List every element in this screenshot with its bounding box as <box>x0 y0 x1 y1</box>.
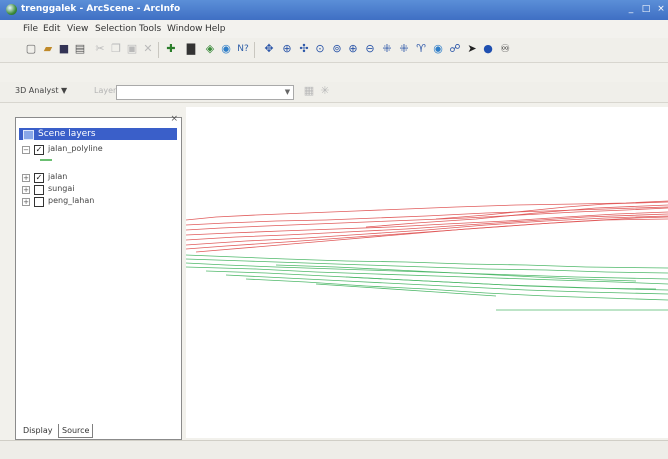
navigate-icon[interactable]: ✥ <box>262 42 276 56</box>
create-contours-icon[interactable]: ▦ <box>302 84 316 98</box>
collapse-icon[interactable]: − <box>22 146 30 154</box>
full-extent-icon[interactable]: ⁜ <box>380 42 394 56</box>
menu-window[interactable]: Window <box>167 24 203 34</box>
minimize-button[interactable]: _ <box>624 3 638 16</box>
menu-help[interactable]: Help <box>205 24 226 34</box>
menu-file[interactable]: File <box>23 24 38 34</box>
layer-checkbox[interactable] <box>34 197 44 207</box>
scene-layers-header[interactable]: Scene layers <box>19 128 177 140</box>
help-icon[interactable]: N? <box>236 42 250 56</box>
expand-icon[interactable]: + <box>22 198 30 206</box>
pointer-icon[interactable]: ➤ <box>465 42 479 56</box>
close-icon[interactable]: × <box>170 114 178 124</box>
new-document-icon[interactable]: ▢ <box>24 42 38 56</box>
find-icon[interactable]: ♾ <box>498 42 512 56</box>
delete-icon[interactable]: ✕ <box>141 42 155 56</box>
status-bar <box>0 440 668 459</box>
scene-canvas[interactable] <box>185 107 668 438</box>
animation-icon[interactable]: ◈ <box>203 42 217 56</box>
zoom-in-out-icon[interactable]: ⊕ <box>280 42 294 56</box>
identify-icon[interactable]: ● <box>481 42 495 56</box>
green-road-lines <box>185 254 668 311</box>
cut-icon[interactable]: ✂ <box>93 42 107 56</box>
standard-toolbar: ▢ ▰ ■ ▤ ✂ ❐ ▣ ✕ ✚ ▇ ◈ ◉ N? ✥ ⊕ ✣ ⊙ ⊚ ⊕ ⊖… <box>0 38 668 63</box>
title-bar: trenggalek - ArcScene - ArcInfo _ □ × <box>0 0 668 20</box>
combobox-arrow-icon[interactable]: ▼ <box>282 86 293 99</box>
menu-tools[interactable]: Tools <box>139 24 161 34</box>
layer-checkbox[interactable] <box>34 185 44 195</box>
menu-edit[interactable]: Edit <box>43 24 60 34</box>
toolbar-separator <box>158 42 159 58</box>
tab-source[interactable]: Source <box>58 424 94 438</box>
red-road-lines <box>185 200 668 253</box>
scene-layers-label: Scene layers <box>38 129 96 139</box>
select-graphics-icon[interactable]: ☍ <box>448 42 462 56</box>
arcscene-app-icon <box>6 4 17 15</box>
menu-view[interactable]: View <box>67 24 88 34</box>
expand-icon[interactable]: + <box>22 174 30 182</box>
layer-checkbox[interactable]: ✓ <box>34 145 44 155</box>
window-title: trenggalek - ArcScene - ArcInfo <box>21 4 181 14</box>
scene-view[interactable] <box>185 107 668 438</box>
expand-icon[interactable]: + <box>22 186 30 194</box>
layer-name: jalan <box>48 172 68 181</box>
scene-properties-icon[interactable]: ▇ <box>184 42 198 56</box>
center-target-icon[interactable]: ◉ <box>431 42 445 56</box>
scene-layers-icon <box>23 130 34 140</box>
table-of-contents: × Scene layers − ✓ jalan_polyline + ✓ ja… <box>15 114 182 440</box>
layer-name: peng_lahan <box>48 196 95 205</box>
copy-icon[interactable]: ❐ <box>109 42 123 56</box>
maximize-button[interactable]: □ <box>639 3 653 16</box>
menu-bar: File Edit View Selection Tools Window He… <box>0 20 668 38</box>
target-icon[interactable]: ⊙ <box>313 42 327 56</box>
save-icon[interactable]: ■ <box>57 42 71 56</box>
layer-combobox[interactable]: ▼ <box>116 85 294 100</box>
line-of-sight-icon[interactable]: ✳ <box>318 84 332 98</box>
zoom-to-target-icon[interactable]: ⊚ <box>330 42 344 56</box>
fly-icon[interactable]: ♈ <box>414 42 428 56</box>
narrow-fov-icon[interactable]: ⁜ <box>397 42 411 56</box>
zoom-out-icon[interactable]: ⊖ <box>363 42 377 56</box>
menu-selection[interactable]: Selection <box>95 24 136 34</box>
pan-icon[interactable]: ✣ <box>297 42 311 56</box>
print-icon[interactable]: ▤ <box>73 42 87 56</box>
3d-analyst-dropdown[interactable]: 3D Analyst ▼ <box>15 86 67 95</box>
open-folder-icon[interactable]: ▰ <box>41 42 55 56</box>
tab-display[interactable]: Display <box>20 424 56 437</box>
layer-checkbox[interactable]: ✓ <box>34 173 44 183</box>
layer-name: jalan_polyline <box>48 144 103 153</box>
paste-icon[interactable]: ▣ <box>125 42 139 56</box>
toolbar-separator <box>254 42 255 58</box>
3d-analyst-toolbar: 3D Analyst ▼ Layer: ▼ ▦ ✳ <box>0 82 668 103</box>
layer-name: sungai <box>48 184 75 193</box>
close-button[interactable]: × <box>654 3 668 16</box>
globe-icon[interactable]: ◉ <box>219 42 233 56</box>
line-symbol-swatch <box>40 159 52 161</box>
zoom-in-icon[interactable]: ⊕ <box>346 42 360 56</box>
add-data-icon[interactable]: ✚ <box>164 42 178 56</box>
